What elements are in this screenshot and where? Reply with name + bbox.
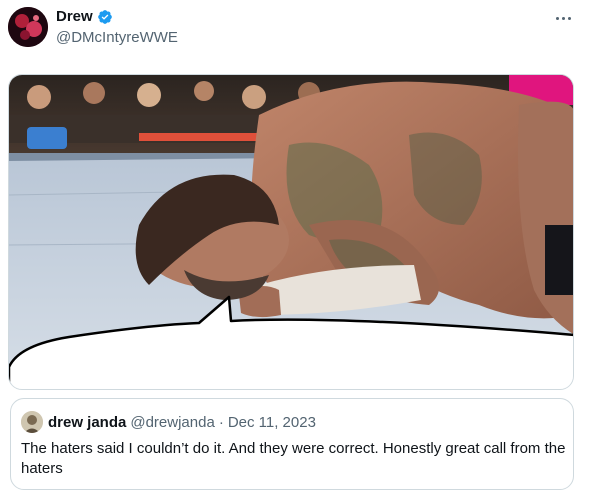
quoted-separator: ·: [218, 413, 224, 431]
quoted-author-name[interactable]: drew janda: [48, 414, 126, 431]
author-avatar[interactable]: [8, 7, 48, 47]
verified-badge-icon: [97, 10, 112, 24]
profile-avatar-icon: [8, 7, 48, 47]
author-handle[interactable]: @DMcIntyreWWE: [56, 29, 178, 47]
quoted-tweet-header: drew janda @drewjanda · Dec 11, 2023: [21, 411, 316, 433]
more-options-button[interactable]: [552, 9, 574, 27]
quoted-date[interactable]: Dec 11, 2023: [228, 414, 316, 431]
tweet-header: Drew @DMcIntyreWWE: [8, 7, 580, 51]
quoted-author-avatar[interactable]: [21, 411, 43, 433]
author-display-name[interactable]: Drew: [56, 8, 93, 26]
quoted-author-handle[interactable]: @drewjanda: [130, 414, 214, 431]
author-info: Drew @DMcIntyreWWE: [56, 8, 178, 47]
media-photo: [9, 75, 573, 389]
tweet-media-image[interactable]: [8, 74, 574, 390]
quoted-tweet-text: The haters said I couldn’t do it. And th…: [21, 440, 566, 477]
quoted-profile-avatar-icon: [21, 411, 43, 433]
quoted-tweet-card[interactable]: drew janda @drewjanda · Dec 11, 2023 The…: [10, 398, 574, 490]
more-options-icon: [555, 16, 559, 20]
